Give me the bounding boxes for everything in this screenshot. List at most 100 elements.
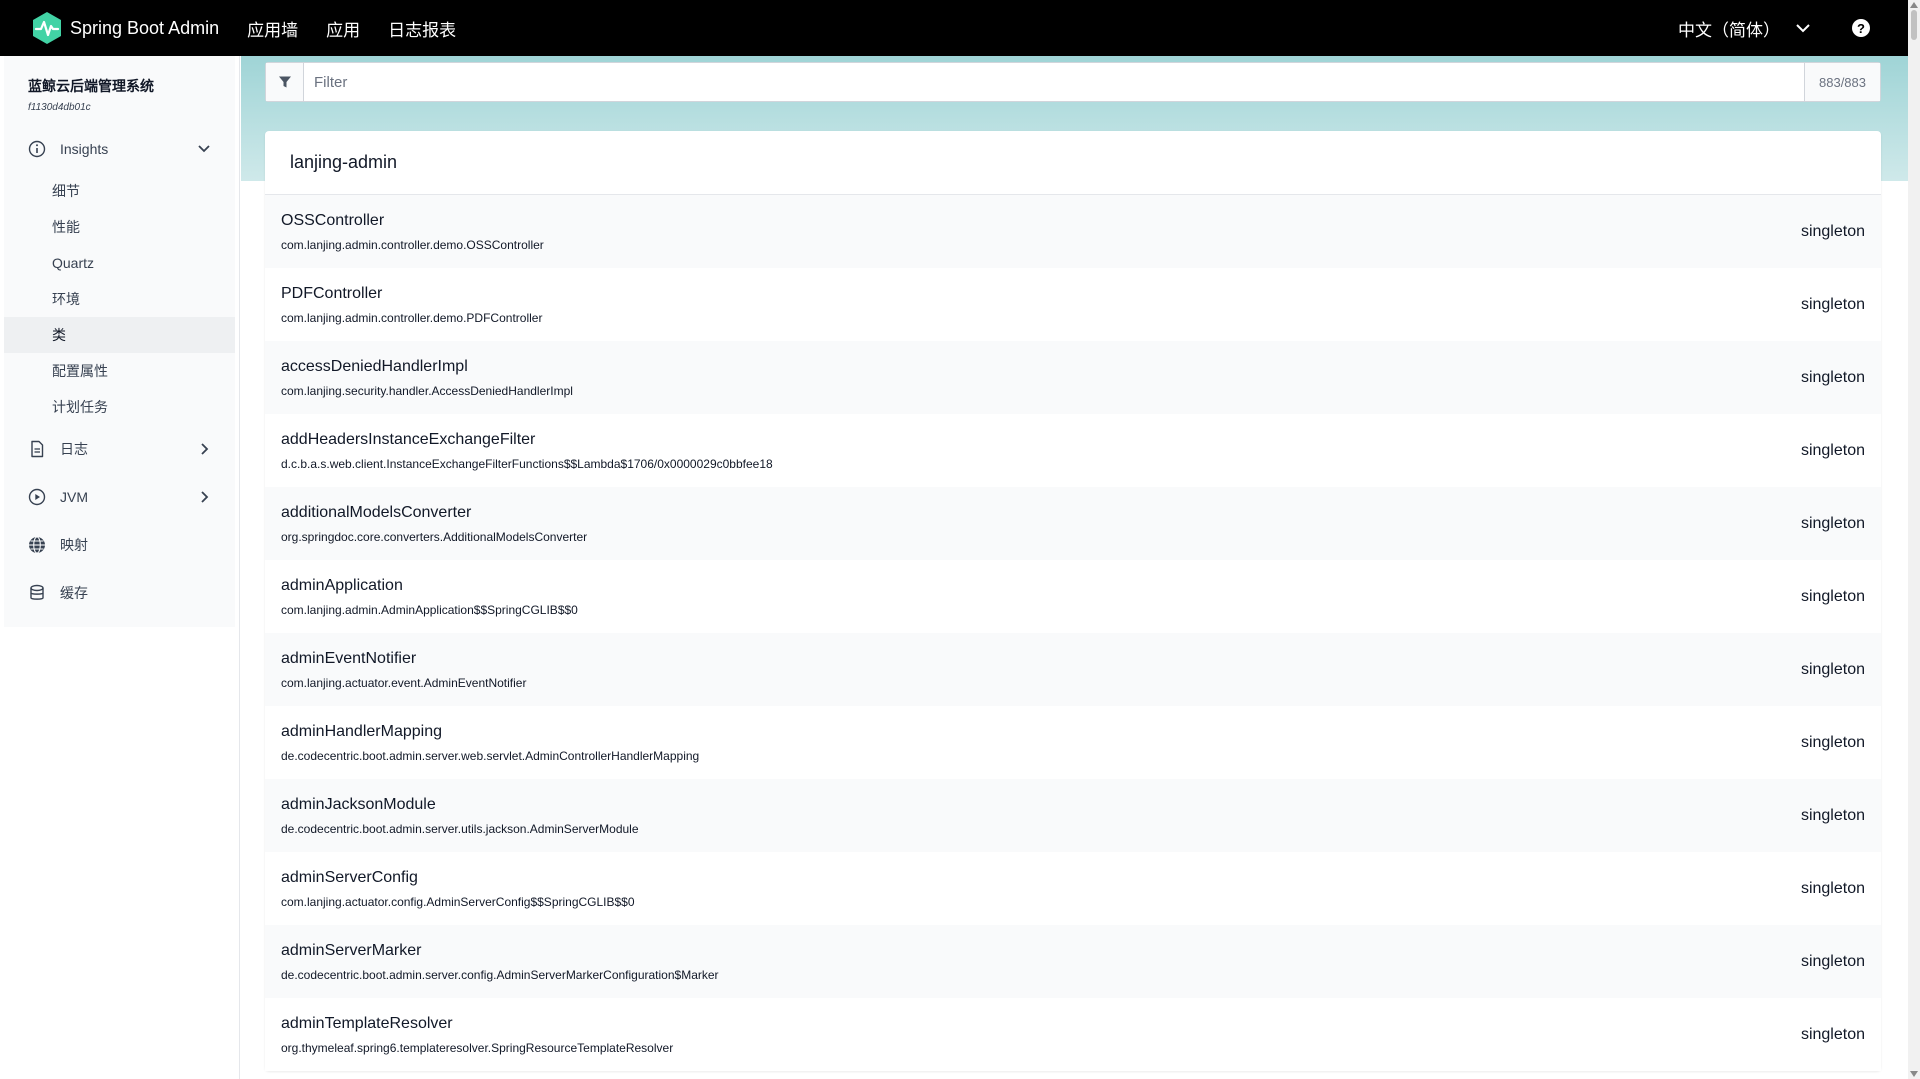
bean-name: adminEventNotifier (281, 649, 417, 667)
bean-row[interactable]: adminServerConfig com.lanjing.actuator.co… (265, 852, 1881, 925)
bean-scope: singleton (1800, 368, 1865, 386)
sidebar-item-scheduled-tasks[interactable]: 计划任务 (4, 389, 235, 425)
instance-id: f1130d4db01c (28, 102, 91, 113)
sidebar-item-beans[interactable]: 类 (4, 317, 235, 353)
bean-name: PDFController (281, 284, 383, 302)
bean-name: additionalModelsConverter (281, 503, 472, 521)
bean-scope: singleton (1800, 660, 1865, 678)
bean-scope: singleton (1800, 514, 1865, 532)
sidebar-group-caches[interactable]: 缓存 (4, 569, 235, 617)
bean-name: adminTemplateResolver (281, 1014, 453, 1032)
bean-info: adminHandlerMapping de.codecentric.boot.a… (281, 723, 699, 763)
bean-name: OSSController (281, 211, 385, 229)
bean-scope: singleton (1800, 952, 1865, 970)
bean-type: org.thymeleaf.spring6.templateresolver.S… (281, 1040, 674, 1055)
bean-info: adminApplication com.lanjing.admin.AdminA… (281, 577, 578, 617)
sidebar-item-quartz[interactable]: Quartz (4, 245, 235, 281)
bean-row[interactable]: additionalModelsConverter org.springdoc.c… (265, 487, 1881, 560)
sidebar-group-mappings[interactable]: 映射 (4, 521, 235, 569)
chevron-right-icon (201, 491, 209, 503)
chevron-right-icon (201, 443, 209, 455)
main-content: 883/883 lanjing-admin OSSController com.l… (241, 56, 1908, 1079)
sidebar-item-environment[interactable]: 环境 (4, 281, 235, 317)
sidebar-group-jvm[interactable]: JVM (4, 473, 235, 521)
brand[interactable]: Spring Boot Admin (30, 11, 219, 45)
bean-row[interactable]: addHeadersInstanceExchangeFilter d.c.b.a.… (265, 414, 1881, 487)
bean-info: adminTemplateResolver org.thymeleaf.sprin… (281, 1015, 673, 1055)
bean-name: adminJacksonModule (281, 795, 436, 813)
bean-info: additionalModelsConverter org.springdoc.c… (281, 504, 587, 544)
scroll-down-arrow-icon[interactable] (1910, 1071, 1918, 1077)
database-icon (30, 584, 44, 600)
bean-info: adminServerMarker de.codecentric.boot.adm… (281, 942, 719, 982)
page-scrollbar[interactable] (1908, 0, 1920, 1079)
bean-row[interactable]: PDFController com.lanjing.admin.controlle… (265, 268, 1881, 341)
bean-scope: singleton (1800, 1025, 1865, 1043)
bean-row[interactable]: adminJacksonModule de.codecentric.boot.ad… (265, 779, 1881, 852)
sidebar-group-label: Insights (60, 141, 109, 157)
bean-name: adminServerMarker (281, 941, 422, 959)
bean-scope: singleton (1800, 441, 1865, 459)
chevron-down-icon (198, 145, 210, 153)
beans-card: lanjing-admin OSSController com.lanjing.a… (265, 131, 1881, 1071)
chevron-down-icon[interactable] (1794, 19, 1812, 37)
bean-info: OSSController com.lanjing.admin.controlle… (281, 212, 544, 252)
sidebar-group-label: 日志 (60, 441, 88, 457)
application-name: 蓝鲸云后端管理系统 (28, 78, 154, 94)
bean-name: adminServerConfig (281, 868, 418, 886)
scroll-up-arrow-icon[interactable] (1910, 2, 1918, 8)
bean-info: PDFController com.lanjing.admin.controlle… (281, 285, 542, 325)
sidebar-group-logging[interactable]: 日志 (4, 425, 235, 473)
bean-scope: singleton (1800, 222, 1865, 240)
bean-name: addHeadersInstanceExchangeFilter (281, 430, 536, 448)
nav-application-wall[interactable]: 应用墙 (247, 16, 298, 41)
bean-type: de.codecentric.boot.admin.server.web.ser… (281, 748, 700, 763)
bean-name: adminHandlerMapping (281, 722, 442, 740)
sidebar-group-insights[interactable]: Insights (4, 125, 235, 173)
language-selector[interactable]: 中文（简体） (1678, 16, 1780, 41)
bean-scope: singleton (1800, 879, 1865, 897)
bean-type: com.lanjing.admin.controller.demo.OSSCon… (281, 237, 544, 252)
bean-row[interactable]: adminEventNotifier com.lanjing.actuator.e… (265, 633, 1881, 706)
bean-type: com.lanjing.actuator.event.AdminEventNot… (281, 675, 527, 690)
nav-applications[interactable]: 应用 (326, 16, 360, 41)
bean-scope: singleton (1800, 733, 1865, 751)
bean-type: com.lanjing.admin.controller.demo.PDFCon… (281, 310, 543, 325)
filter-count: 883/883 (1804, 63, 1880, 101)
bean-row[interactable]: OSSController com.lanjing.admin.controlle… (265, 195, 1881, 268)
bean-info: adminServerConfig com.lanjing.actuator.co… (281, 869, 635, 909)
bean-scope: singleton (1800, 806, 1865, 824)
sidebar-item-details[interactable]: 细节 (4, 173, 235, 209)
sidebar-group-label: 映射 (60, 537, 88, 553)
sidebar: 蓝鲸云后端管理系统 f1130d4db01c Insights 细节 性能 Qu… (0, 56, 240, 1079)
filter-funnel-icon (278, 76, 291, 88)
bean-type: com.lanjing.security.handler.AccessDenie… (281, 383, 573, 398)
globe-icon (29, 536, 45, 554)
bean-type: de.codecentric.boot.admin.server.config.… (281, 967, 719, 982)
bean-row[interactable]: adminServerMarker de.codecentric.boot.adm… (265, 925, 1881, 998)
bean-row[interactable]: adminApplication com.lanjing.admin.AdminA… (265, 560, 1881, 633)
bean-type: com.lanjing.admin.AdminApplication$$Spri… (281, 602, 578, 617)
bean-info: addHeadersInstanceExchangeFilter d.c.b.a.… (281, 431, 773, 471)
context-title: lanjing-admin (265, 131, 1881, 195)
bean-row[interactable]: accessDeniedHandlerImpl com.lanjing.secur… (265, 341, 1881, 414)
bean-type: com.lanjing.actuator.config.AdminServerC… (281, 894, 635, 909)
help-icon[interactable]: ? (1852, 19, 1870, 37)
bean-info: adminEventNotifier com.lanjing.actuator.e… (281, 650, 526, 690)
document-icon (31, 440, 44, 458)
sidebar-item-config-props[interactable]: 配置属性 (4, 353, 235, 389)
filter-input[interactable] (304, 63, 1804, 101)
play-circle-icon (28, 488, 46, 506)
bean-row[interactable]: adminTemplateResolver org.thymeleaf.sprin… (265, 998, 1881, 1071)
bean-type: d.c.b.a.s.web.client.InstanceExchangeFil… (281, 456, 773, 471)
sidebar-item-metrics[interactable]: 性能 (4, 209, 235, 245)
bean-row[interactable]: adminHandlerMapping de.codecentric.boot.a… (265, 706, 1881, 779)
scroll-thumb[interactable] (1911, 10, 1917, 40)
filter-bar: 883/883 (265, 62, 1881, 102)
nav-log-report[interactable]: 日志报表 (388, 16, 456, 41)
bean-type: org.springdoc.core.converters.Additional… (281, 529, 588, 544)
bean-name: adminApplication (281, 576, 403, 594)
sidebar-group-label: JVM (60, 489, 88, 505)
brand-name: Spring Boot Admin (70, 17, 220, 38)
top-navbar: Spring Boot Admin 应用墙 应用 日志报表 中文（简体） ? (0, 0, 1908, 56)
